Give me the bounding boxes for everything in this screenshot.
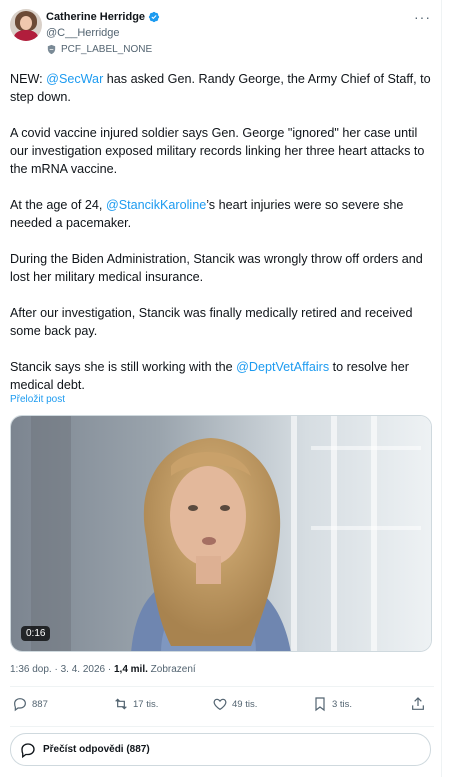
tweet-paragraph-3: At the age of 24, @StancikKaroline’s hea… bbox=[10, 198, 404, 230]
mention-link[interactable]: @DeptVetAffairs bbox=[236, 360, 329, 374]
like-count: 49 tis. bbox=[232, 698, 258, 710]
share-icon bbox=[412, 697, 424, 710]
mention-link[interactable]: @SecWar bbox=[46, 72, 103, 86]
repost-icon bbox=[115, 698, 127, 710]
author-name-row[interactable]: Catherine Herridge bbox=[46, 11, 160, 23]
tweet-paragraph-4: During the Biden Administration, Stancik… bbox=[10, 252, 423, 284]
reply-icon bbox=[14, 698, 26, 712]
avatar[interactable] bbox=[10, 9, 42, 41]
repost-count: 17 tis. bbox=[133, 698, 159, 710]
tweet-meta: 1:36 dop. · 3. 4. 2026 · 1,4 mil. Zobraz… bbox=[10, 664, 196, 675]
divider bbox=[10, 726, 434, 727]
author-label-text: PCF_LABEL_NONE bbox=[61, 44, 153, 55]
bookmark-icon bbox=[315, 697, 325, 712]
reply-bubble-icon bbox=[21, 742, 35, 758]
author-handle[interactable]: @C__Herridge bbox=[46, 27, 120, 39]
translate-post-link[interactable]: Přeložit post bbox=[10, 394, 65, 405]
tweet-paragraph-5: After our investigation, Stancik was fin… bbox=[10, 306, 413, 338]
tweet-header: Catherine Herridge @C__Herridge PCF_LABE… bbox=[10, 9, 435, 59]
video-player[interactable]: 0:16 bbox=[10, 415, 432, 652]
verified-badge-icon bbox=[148, 11, 160, 23]
author-display-name[interactable]: Catherine Herridge bbox=[46, 11, 145, 23]
heart-icon bbox=[213, 698, 227, 711]
divider bbox=[10, 686, 434, 687]
views-count: 1,4 mil. bbox=[113, 664, 148, 675]
bookmark-button[interactable]: 3 tis. bbox=[312, 696, 352, 712]
tweet-time[interactable]: 1:36 dop. bbox=[10, 664, 52, 675]
share-button[interactable] bbox=[410, 696, 426, 712]
read-replies-button[interactable]: Přečíst odpovědi (887) bbox=[10, 733, 431, 766]
tweet-detail: Catherine Herridge @C__Herridge PCF_LABE… bbox=[0, 0, 442, 777]
reply-count: 887 bbox=[32, 698, 48, 710]
tweet-text: NEW: @SecWar has asked Gen. Randy George… bbox=[10, 70, 434, 394]
action-bar: 887 17 tis. 49 tis. 3 tis. bbox=[10, 696, 434, 720]
mention-link[interactable]: @StancikKaroline bbox=[106, 198, 206, 212]
tweet-paragraph-6: Stancik says she is still working with t… bbox=[10, 360, 409, 392]
tweet-date[interactable]: 3. 4. 2026 bbox=[61, 664, 105, 675]
video-duration: 0:16 bbox=[21, 626, 51, 641]
tweet-paragraph-2: A covid vaccine injured soldier says Gen… bbox=[10, 126, 425, 176]
video-thumbnail bbox=[11, 416, 431, 651]
views-label: Zobrazení bbox=[150, 664, 196, 675]
tweet-paragraph-1: NEW: @SecWar has asked Gen. Randy George… bbox=[10, 72, 431, 104]
bookmark-count: 3 tis. bbox=[332, 698, 353, 710]
read-replies-label: Přečíst odpovědi (887) bbox=[43, 744, 150, 755]
more-options-icon[interactable]: ··· bbox=[414, 10, 431, 24]
shield-icon bbox=[47, 44, 56, 55]
author-label: PCF_LABEL_NONE bbox=[46, 44, 152, 55]
reply-button[interactable]: 887 bbox=[12, 696, 48, 712]
like-button[interactable]: 49 tis. bbox=[212, 696, 257, 712]
repost-button[interactable]: 17 tis. bbox=[113, 696, 158, 712]
